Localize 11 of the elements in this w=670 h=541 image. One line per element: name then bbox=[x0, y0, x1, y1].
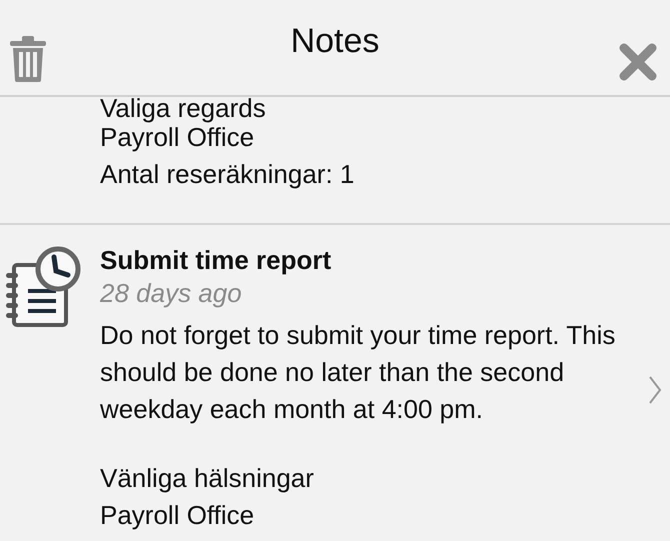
note-text: Antal reseräkningar: 1 bbox=[100, 158, 356, 191]
note-text: Payroll Office bbox=[100, 122, 254, 154]
note-text: Vänliga hälsningar bbox=[100, 462, 315, 495]
note-text: Payroll Office bbox=[100, 499, 256, 532]
window-title: Notes bbox=[290, 24, 380, 58]
close-button[interactable] bbox=[618, 42, 658, 82]
trash-icon[interactable] bbox=[10, 36, 46, 82]
chevron-right-icon[interactable] bbox=[648, 375, 662, 405]
note-title: Submit time report bbox=[100, 244, 332, 277]
note-time: 28 days ago bbox=[100, 277, 243, 309]
note-text: Do not forget to submit your time report. This should be done no later than the second weekday each month at 4:00 pm. bbox=[100, 319, 616, 426]
